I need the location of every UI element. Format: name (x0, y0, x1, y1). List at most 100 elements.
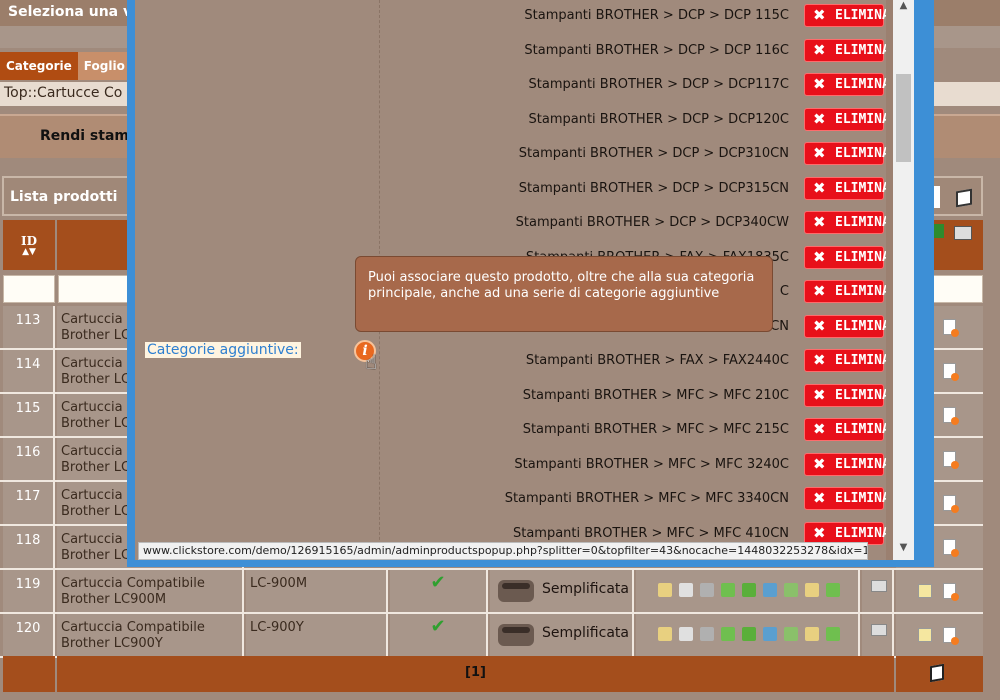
category-item: Stampanti BROTHER > DCP > DCP120C ✖ ELIMIN… (381, 104, 890, 138)
edit-icon[interactable] (918, 628, 932, 642)
row-tool-icon[interactable] (826, 583, 840, 597)
status-bar-url: www.clickstore.com/demo/126915165/admin/… (138, 542, 868, 560)
row-tool-icon[interactable] (658, 627, 672, 641)
elimina-button[interactable]: ✖ ELIMINA (804, 383, 890, 407)
row-id: 119 (3, 570, 55, 612)
export-icon[interactable] (930, 663, 944, 683)
elimina-button[interactable]: ✖ ELIMINA (804, 176, 890, 200)
hand-pointer-icon: ☝ (365, 350, 378, 374)
sort-arrows-icon[interactable]: ▲▼ (3, 248, 55, 257)
toggle-switch[interactable] (498, 580, 534, 602)
row-id: 116 (3, 438, 55, 480)
elimina-button[interactable]: ✖ ELIMINA (804, 211, 890, 234)
row-tool-icon[interactable] (805, 627, 819, 641)
delete-icon[interactable] (943, 451, 959, 469)
category-item: Stampanti BROTHER > DCP > DCP 116C ✖ ELIMI… (381, 35, 890, 69)
elimina-button[interactable]: ✖ ELIMINA (804, 245, 890, 269)
close-x-icon: ✖ (813, 40, 826, 59)
delete-icon[interactable] (943, 319, 959, 337)
category-path: Stampanti BROTHER > DCP > DCP315CN (518, 180, 789, 196)
category-path: Stampanti BROTHER > MFC > MFC 215C (522, 422, 789, 437)
elimina-label: ELIMINA (835, 525, 890, 541)
row-tool-icon[interactable] (805, 583, 819, 597)
filter-id-input[interactable] (3, 275, 55, 303)
elimina-label: ELIMINA (835, 353, 890, 368)
column-header-id[interactable]: ID ▲▼ (3, 220, 55, 270)
row-tool-icon[interactable] (742, 627, 756, 641)
elimina-label: ELIMINA (835, 42, 890, 58)
category-item: Stampanti BROTHER > DCP > DCP310CN ✖ ELIMI… (381, 138, 890, 172)
elimina-button[interactable]: ✖ ELIMINA (804, 418, 890, 441)
row-mode-label: Semplificata (542, 625, 629, 641)
elimina-button[interactable]: ✖ ELIMINA (804, 142, 890, 165)
delete-icon[interactable] (943, 583, 959, 601)
elimina-button[interactable]: ✖ ELIMINA (804, 38, 890, 62)
elimina-button[interactable]: ✖ ELIMINA (804, 314, 890, 338)
category-item: Stampanti BROTHER > MFC > MFC 3340CN ✖ ELI… (381, 483, 890, 517)
delete-icon[interactable] (943, 407, 959, 425)
category-path: Stampanti BROTHER > MFC > MFC 3340CN (504, 491, 789, 506)
row-tool-icon[interactable] (784, 627, 798, 641)
elimina-button[interactable]: ✖ ELIMINA (804, 487, 890, 510)
row-window[interactable] (862, 570, 894, 612)
row-tool-icon[interactable] (679, 583, 693, 597)
row-tool-icon[interactable] (721, 627, 735, 641)
tab-foglio[interactable]: Foglio (77, 52, 131, 80)
row-window[interactable] (862, 614, 894, 656)
row-tool-icon[interactable] (700, 627, 714, 641)
info-tooltip: Puoi associare questo prodotto, oltre ch… (355, 256, 773, 332)
delete-icon[interactable] (943, 363, 959, 381)
elimina-button[interactable]: ✖ ELIMINA (804, 349, 890, 372)
row-tool-icon[interactable] (658, 583, 672, 597)
render-button-label: Rendi stam (40, 128, 129, 144)
elimina-button[interactable]: ✖ ELIMINA (804, 280, 890, 303)
row-mode[interactable]: Semplificata (490, 614, 634, 656)
row-tool-icon[interactable] (826, 627, 840, 641)
delete-icon[interactable] (943, 627, 959, 645)
row-tool-icon[interactable] (763, 627, 777, 641)
row-tool-icon[interactable] (721, 583, 735, 597)
scroll-down-icon[interactable]: ▼ (893, 542, 914, 560)
category-path: Stampanti BROTHER > DCP > DCP 116C (524, 42, 789, 58)
row-tool-icon[interactable] (679, 627, 693, 641)
row-actions (896, 570, 983, 612)
row-tool-icon[interactable] (700, 583, 714, 597)
row-tool-icon[interactable] (763, 583, 777, 597)
elimina-button[interactable]: ✖ ELIMINA (804, 452, 890, 476)
pager[interactable]: [1] (57, 656, 894, 692)
close-x-icon: ✖ (813, 420, 826, 438)
row-name-line1: Cartuccia Compatibile (61, 576, 205, 591)
filter-name-input[interactable] (58, 275, 130, 303)
popup-window: Categorie aggiuntive: Stampanti BROTHER … (127, 0, 934, 567)
close-x-icon: ✖ (813, 282, 826, 300)
elimina-label: ELIMINA (835, 8, 890, 23)
category-item: Stampanti BROTHER > DCP > DCP 115C ✖ ELIMI… (381, 0, 890, 34)
row-mode[interactable]: Semplificata (490, 570, 634, 612)
tab-categorie[interactable]: Categorie (0, 52, 78, 80)
close-x-icon: ✖ (813, 316, 826, 335)
row-code: LC-900Y (246, 614, 388, 656)
row-tool-icon[interactable] (742, 583, 756, 597)
scroll-up-icon[interactable]: ▲ (893, 0, 914, 18)
row-name-line2: Brother LC900M (61, 592, 167, 607)
elimina-button[interactable]: ✖ ELIMINA (804, 73, 890, 96)
print-icon[interactable] (954, 226, 972, 240)
delete-icon[interactable] (943, 495, 959, 513)
scroll-thumb[interactable] (896, 74, 911, 162)
export-icon[interactable] (956, 188, 972, 208)
toggle-switch[interactable] (498, 624, 534, 646)
elimina-label: ELIMINA (835, 111, 890, 127)
delete-icon[interactable] (943, 539, 959, 557)
close-x-icon: ✖ (813, 75, 826, 93)
elimina-button[interactable]: ✖ ELIMINA (804, 107, 890, 131)
category-path: Stampanti BROTHER > FAX > FAX2440C (525, 353, 789, 368)
row-name: Cartuccia Compatibile Brother LC900Y (57, 614, 244, 656)
row-tool-icon[interactable] (784, 583, 798, 597)
popup-right-strip (886, 0, 893, 560)
popup-scrollbar[interactable]: ▲ ▼ (893, 0, 914, 560)
elimina-button[interactable]: ✖ ELIMINA (804, 4, 890, 27)
edit-icon[interactable] (918, 584, 932, 598)
row-name-line2: Brother LC900Y (61, 636, 163, 651)
category-item: Stampanti BROTHER > MFC > MFC 215C ✖ ELIMI… (381, 414, 890, 448)
elimina-label: ELIMINA (835, 456, 890, 472)
